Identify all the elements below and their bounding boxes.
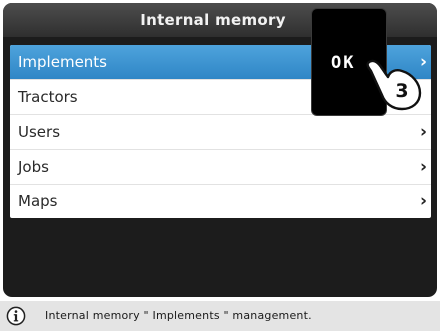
menu-item-jobs[interactable]: Jobs › xyxy=(10,150,431,184)
callout-number: 3 xyxy=(395,80,408,102)
menu-item-users[interactable]: Users › xyxy=(10,115,431,149)
chevron-right-icon: › xyxy=(419,157,427,177)
chevron-right-icon: › xyxy=(419,191,427,211)
menu-item-label: Users xyxy=(18,123,61,141)
chevron-right-icon: › xyxy=(419,122,427,142)
page-title: Internal memory xyxy=(140,11,286,29)
menu-item-label: Maps xyxy=(18,192,58,210)
pointing-hand-icon: 3 xyxy=(366,59,422,111)
menu-item-maps[interactable]: Maps › xyxy=(10,184,431,218)
status-message: Internal memory " Implements " managemen… xyxy=(45,309,312,322)
ok-button-label: OK xyxy=(331,53,356,73)
menu-item-label: Tractors xyxy=(18,88,78,106)
menu-item-label: Implements xyxy=(18,53,107,71)
status-bar: Internal memory " Implements " managemen… xyxy=(0,301,440,331)
menu-item-label: Jobs xyxy=(18,158,49,176)
info-icon xyxy=(6,306,26,326)
